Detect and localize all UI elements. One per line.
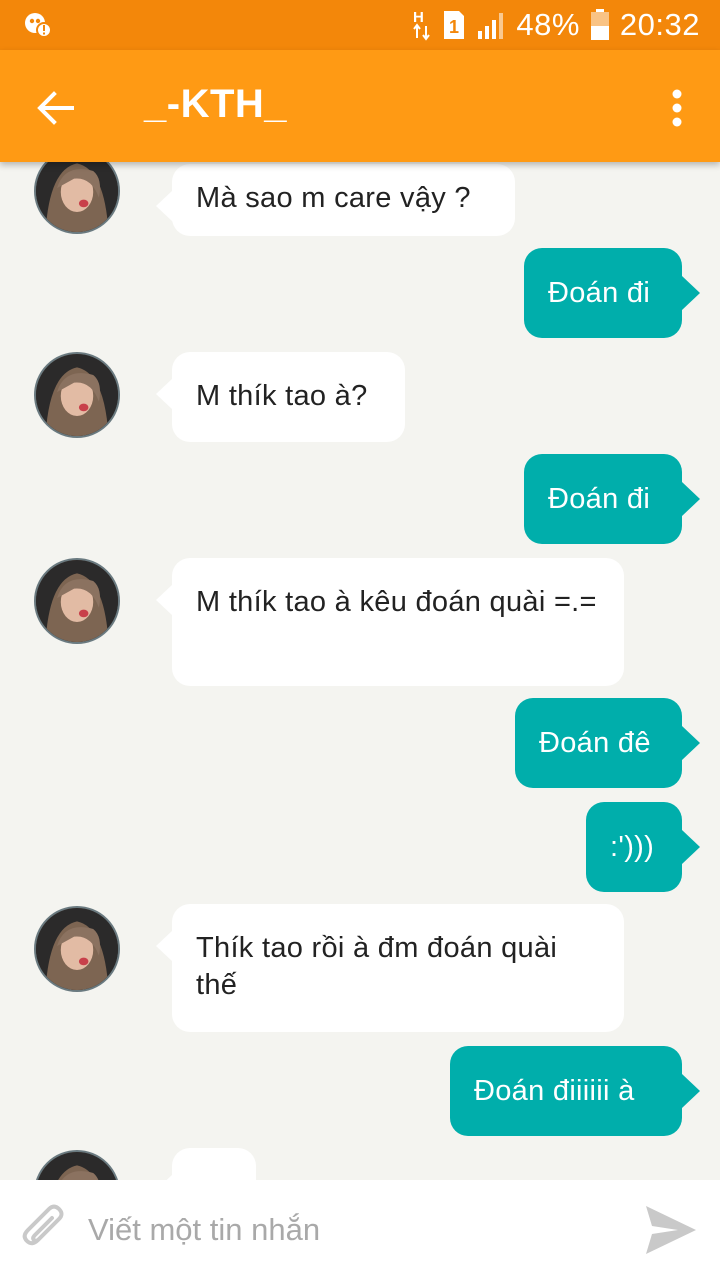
message-bubble-outgoing[interactable]: Đoán đi <box>524 248 700 338</box>
attach-button[interactable] <box>18 1202 74 1258</box>
message-text: M thík tao à? <box>196 380 368 412</box>
avatar[interactable] <box>34 1150 120 1180</box>
battery-percent: 48% <box>516 7 580 42</box>
paperclip-icon <box>22 1204 64 1246</box>
message-bubble-outgoing[interactable]: Đoán đê <box>515 698 700 788</box>
sim-slot-icon: 1 <box>442 9 466 41</box>
chat-header: _-KTH_ <box>0 50 720 162</box>
svg-text:H: H <box>413 9 424 26</box>
avatar[interactable] <box>34 162 120 234</box>
message-bubble-outgoing[interactable]: Đoán điiiiii à <box>450 1046 700 1136</box>
status-time: 20:32 <box>619 7 700 42</box>
message-bubble-outgoing[interactable]: Đoán đi <box>524 454 700 544</box>
status-bar: H 1 48% 20:32 <box>0 0 720 50</box>
message-text: Đoán đê <box>539 726 651 759</box>
avatar[interactable] <box>34 558 120 644</box>
message-text: Đoán đi <box>548 482 651 515</box>
message-bubble-incoming[interactable] <box>156 1148 256 1180</box>
message-text: :'))) <box>610 830 655 863</box>
arrow-left-icon <box>37 91 74 125</box>
avatar[interactable] <box>34 352 120 438</box>
message-text: Thík tao rồi à đm đoán quài thế <box>196 932 558 1001</box>
message-text: M thík tao à kêu đoán quài =.= <box>196 586 597 618</box>
message-bubble-incoming[interactable]: M thík tao à kêu đoán quài =.= <box>156 558 624 686</box>
battery-icon <box>590 9 610 41</box>
message-bubble-incoming[interactable]: M thík tao à? <box>156 352 405 442</box>
back-button[interactable] <box>30 82 82 134</box>
message-list[interactable]: Mà sao m care vậy ? Đoán đi M thík tao à… <box>0 162 720 1180</box>
message-text: Mà sao m care vậy ? <box>196 182 471 214</box>
chat-title[interactable]: _-KTH_ <box>144 82 287 127</box>
signal-strength-icon <box>476 11 506 39</box>
send-icon <box>646 1206 696 1254</box>
svg-text:1: 1 <box>449 17 460 37</box>
more-vert-icon <box>672 89 682 127</box>
message-bubble-outgoing[interactable]: :'))) <box>586 802 700 892</box>
game-notification-icon <box>24 12 52 38</box>
message-text: Đoán đi <box>548 276 651 309</box>
send-button[interactable] <box>640 1200 700 1260</box>
message-bubble-incoming[interactable]: Mà sao m care vậy ? <box>156 164 515 236</box>
message-input[interactable] <box>88 1202 608 1258</box>
message-text: Đoán điiiiii à <box>474 1074 635 1107</box>
avatar[interactable] <box>34 906 120 992</box>
message-bubble-incoming[interactable]: Thík tao rồi à đm đoán quài thế <box>156 904 624 1032</box>
more-options-button[interactable] <box>662 80 692 136</box>
message-composer <box>0 1180 720 1280</box>
network-type-icon: H <box>412 8 432 42</box>
